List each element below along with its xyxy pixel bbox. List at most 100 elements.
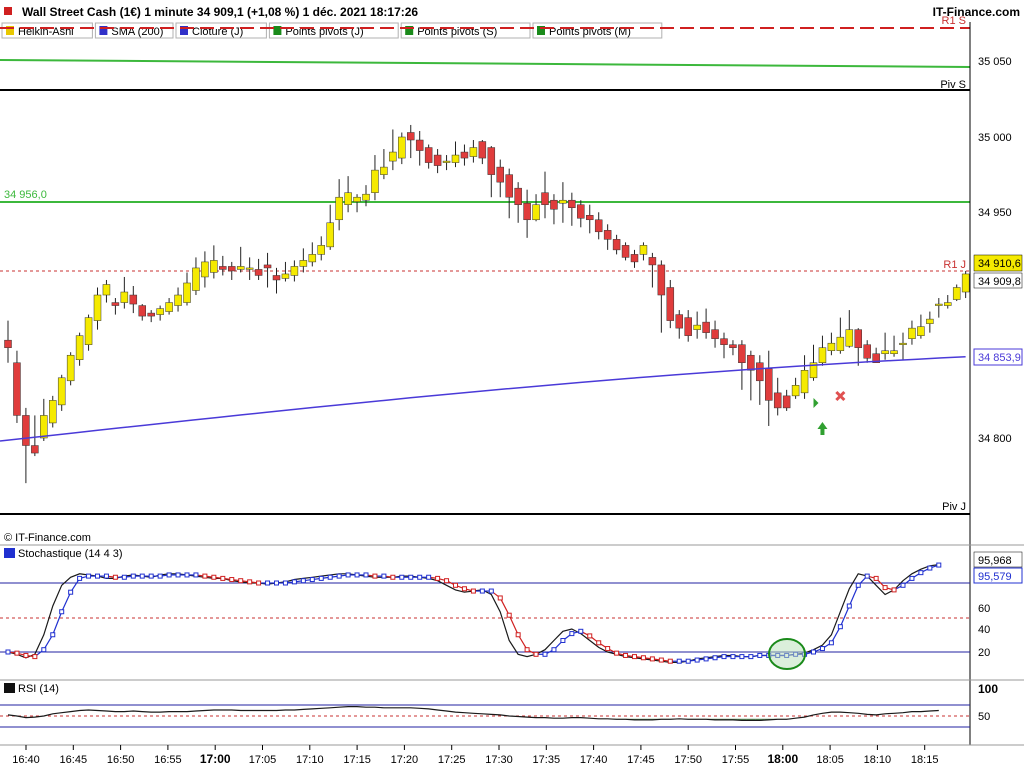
candle	[111, 302, 120, 306]
candle	[756, 362, 764, 382]
x-tick-label: 17:15	[343, 754, 371, 766]
x-tick-label: 16:55	[154, 754, 182, 766]
candle	[201, 261, 209, 278]
stoch-tick-60: 60	[978, 603, 990, 615]
stoch-d-point	[873, 575, 879, 581]
candle	[505, 174, 513, 198]
candle	[93, 294, 102, 321]
candle	[478, 141, 487, 159]
candle	[281, 273, 290, 279]
x-tick-label: 16:45	[60, 754, 88, 766]
stoch-d-point	[336, 573, 342, 579]
candle	[639, 245, 648, 255]
copyright-label: © IT-Finance.com	[4, 532, 91, 544]
stoch-d-point	[103, 573, 109, 579]
stoch-d-point	[23, 652, 29, 658]
candle	[228, 266, 236, 272]
x-tick-label: 17:50	[674, 754, 702, 766]
candle	[765, 368, 773, 401]
candle	[469, 147, 478, 157]
x-tick-label: 18:00	[767, 752, 798, 766]
candle	[586, 215, 594, 221]
stoch-d-point	[533, 651, 539, 657]
stoch-d-point	[605, 646, 611, 652]
signal-circle	[768, 638, 806, 670]
stoch-d-point	[238, 578, 244, 584]
candle	[433, 154, 442, 166]
candle	[380, 166, 388, 175]
candle	[245, 267, 254, 270]
stoch-d-point	[757, 652, 763, 658]
x-tick-label: 17:20	[391, 754, 419, 766]
stoch-d-point	[515, 632, 521, 638]
candle	[407, 132, 415, 141]
candle	[210, 260, 218, 273]
candle	[630, 254, 639, 263]
stoch-d-point	[479, 588, 485, 594]
stoch-d-point	[909, 575, 915, 581]
candle	[219, 266, 227, 270]
candle	[371, 169, 379, 193]
candle	[84, 317, 93, 345]
candle	[890, 350, 898, 354]
stoch-d-point	[882, 585, 888, 591]
pivot-label-r1-s: R1 S	[942, 15, 966, 27]
candle	[773, 392, 782, 409]
stoch-d-point	[381, 573, 387, 579]
stoch-d-point	[130, 573, 136, 579]
stoch-d-point	[229, 577, 235, 583]
candle	[693, 324, 701, 330]
candle	[40, 415, 48, 439]
x-axis-ticks: 16:40 16:45 16:50 16:55 17:00 17:05 17:10 17:15…	[12, 745, 938, 766]
candle	[326, 222, 334, 248]
stoch-d-point	[444, 578, 450, 584]
candle	[559, 199, 567, 204]
candle	[684, 317, 692, 336]
y-tick-34800: 34 800	[978, 433, 1012, 445]
candle	[532, 204, 540, 221]
stoch-d-point	[86, 573, 92, 579]
stoch-d-point	[426, 574, 432, 580]
candle	[442, 160, 451, 163]
stoch-d-point	[596, 640, 602, 646]
candle	[908, 327, 916, 339]
price-badge-2-text: 34 909,8	[978, 276, 1021, 288]
x-tick-label: 18:10	[864, 754, 892, 766]
candle	[57, 377, 66, 406]
stoch-d-point	[623, 652, 629, 658]
stoch-d-point	[828, 640, 834, 646]
stoch-tick-40: 40	[978, 624, 990, 636]
x-tick-label: 18:15	[911, 754, 939, 766]
candle	[729, 344, 737, 348]
candle	[49, 400, 57, 424]
stoch-d-point	[721, 654, 727, 660]
candle	[952, 287, 961, 300]
candle	[335, 196, 343, 221]
candle	[782, 395, 791, 409]
stoch-d-point	[542, 651, 548, 657]
candle	[845, 329, 854, 347]
y-tick-35050: 35 050	[978, 56, 1012, 68]
legend-label-2: Clôture (J)	[192, 26, 243, 38]
candle	[102, 284, 111, 296]
stoch-d-point	[14, 650, 20, 656]
candle	[22, 415, 30, 446]
candle	[926, 318, 934, 324]
stoch-d-point	[265, 580, 271, 586]
candle	[666, 287, 675, 321]
candle	[514, 187, 522, 205]
candle	[881, 350, 889, 354]
main-panel: 34 956,0 Piv S Piv J R1 S R1 J © IT-Fina…	[0, 15, 971, 544]
stoch-d-point	[309, 577, 315, 583]
candles-group	[4, 124, 970, 484]
x-tick-label: 17:10	[296, 754, 324, 766]
candle	[603, 230, 612, 240]
stoch-d-point	[614, 650, 620, 656]
x-tick-label: 17:35	[533, 754, 561, 766]
candle	[648, 257, 657, 266]
stoch-d-point	[68, 589, 74, 595]
stoch-d-point	[569, 631, 575, 637]
x-tick-label: 17:25	[438, 754, 466, 766]
stoch-d-point	[846, 603, 852, 609]
candle	[174, 294, 182, 306]
